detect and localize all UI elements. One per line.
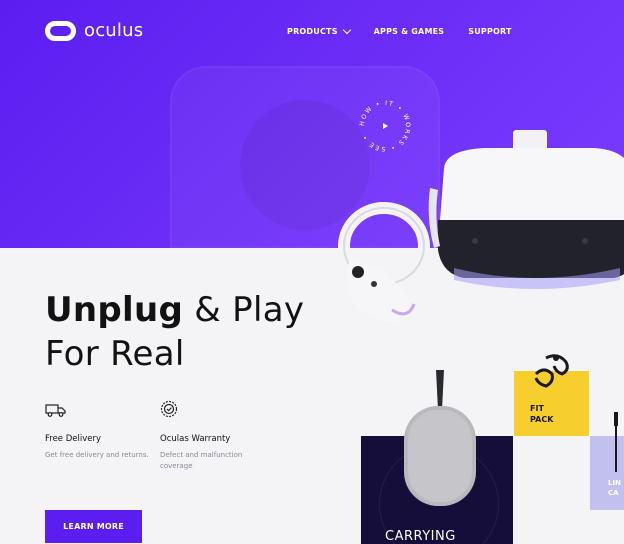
headline-rest: & Play [183, 290, 305, 330]
nav-item-support[interactable]: SUPPORT [468, 27, 511, 36]
carrying-case-image [404, 370, 476, 506]
oculus-logo-icon [45, 20, 76, 41]
warranty-badge-icon [160, 400, 178, 418]
product-card-label: FIT PACK [530, 403, 553, 425]
nav-item-label: SUPPORT [468, 27, 512, 36]
nav-item-label: PRODUCTS [287, 27, 338, 36]
nav-item-products[interactable]: PRODUCTS [287, 25, 351, 36]
product-card-label: LIN CA [608, 478, 621, 498]
feature-title: Oculas Warranty [160, 434, 231, 444]
feature-description: Get free delivery and returns. [45, 451, 149, 459]
learn-more-button[interactable]: LEARN MORE [45, 510, 142, 543]
feature-free-delivery: Free Delivery Get free delivery and retu… [45, 400, 155, 461]
main-nav: PRODUCTS APPS & GAMES SUPPORT [287, 25, 512, 36]
vr-headset-image [428, 130, 624, 289]
headline-line2: For Real [45, 334, 185, 374]
touch-controller-image [338, 202, 430, 323]
chevron-down-icon [342, 25, 351, 35]
label-line-2: CA [608, 489, 619, 497]
label-line-1: LIN [608, 479, 621, 487]
feature-description: Defect and malfunction coverage [160, 451, 243, 470]
feature-title: Free Delivery [45, 434, 102, 444]
nav-item-label: APPS & GAMES [373, 27, 445, 36]
feature-warranty: Oculas Warranty Defect and malfunction c… [160, 400, 270, 472]
label-line-2: PACK [530, 415, 554, 424]
product-card-label: CARRYING [385, 529, 456, 544]
brand-name: oculus [84, 20, 144, 41]
brand-logo[interactable]: oculus [45, 20, 143, 41]
truck-icon [45, 404, 66, 417]
play-icon [383, 123, 388, 129]
fit-pack-image [534, 354, 569, 388]
how-it-works-badge[interactable]: HOW • IT • WORKS • SEE • [356, 97, 414, 155]
label-line-1: FIT [530, 404, 544, 413]
link-cable-image [614, 412, 618, 472]
hero-headline: Unplug & Play For Real [45, 288, 304, 376]
nav-item-apps-games[interactable]: APPS & GAMES [374, 27, 445, 36]
headline-bold: Unplug [45, 290, 184, 330]
